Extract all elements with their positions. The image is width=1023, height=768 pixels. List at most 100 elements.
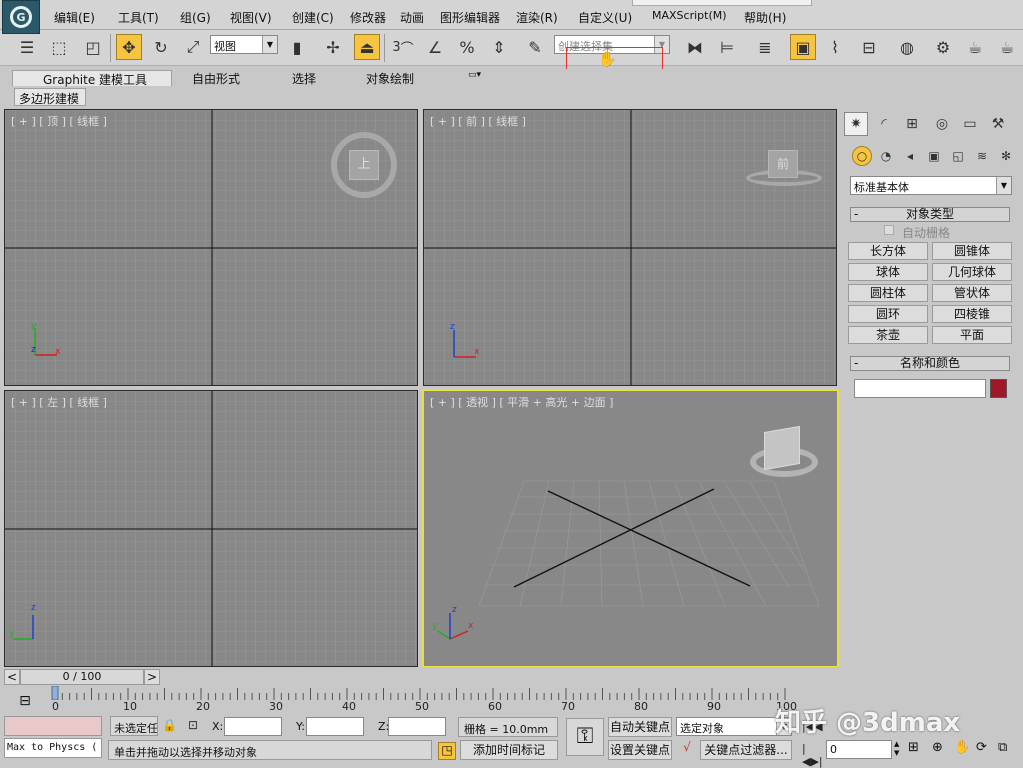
viewport-label[interactable]: [ + ] [ 前 ] [ 线框 ] bbox=[430, 113, 526, 129]
schematic-view-icon[interactable]: ⊟ bbox=[856, 34, 882, 60]
menu-animation[interactable]: 动画 bbox=[400, 9, 424, 26]
rendered-frame-icon[interactable]: ☕ bbox=[962, 34, 988, 60]
title-search-box[interactable] bbox=[632, 0, 812, 6]
snap-toggle-icon[interactable]: 3 ⌒ bbox=[390, 34, 416, 60]
render-production-icon[interactable]: ☕ bbox=[994, 34, 1020, 60]
time-tag-icon[interactable]: ◳ bbox=[438, 742, 456, 760]
auto-grid-checkbox[interactable] bbox=[884, 225, 894, 235]
keyboard-shortcut-override-icon[interactable]: ⏏ bbox=[354, 34, 380, 60]
menu-edit[interactable]: 编辑(E) bbox=[54, 9, 95, 26]
utilities-tab-icon[interactable]: ⚒ bbox=[986, 112, 1010, 136]
viewport-front[interactable]: [ + ] [ 前 ] [ 线框 ] 前 x z bbox=[423, 109, 837, 386]
viewport-top[interactable]: [ + ] [ 顶 ] [ 线框 ] 上 x y z bbox=[4, 109, 418, 386]
shapes-icon[interactable]: ◔ bbox=[876, 146, 896, 166]
viewport-label[interactable]: [ + ] [ 左 ] [ 线框 ] bbox=[11, 394, 107, 410]
menu-graph-editors[interactable]: 图形编辑器 bbox=[440, 9, 500, 26]
plane-button[interactable]: 平面 bbox=[932, 326, 1012, 344]
tab-object-paint[interactable]: 对象绘制 bbox=[360, 70, 420, 86]
helpers-icon[interactable]: ◱ bbox=[948, 146, 968, 166]
key-mode-toggle-icon[interactable]: |◀▶| bbox=[802, 742, 824, 768]
x-coord-input[interactable] bbox=[224, 717, 282, 736]
tab-selection[interactable]: 选择 bbox=[286, 70, 322, 86]
menu-maxscript[interactable]: MAXScript(M) bbox=[652, 9, 727, 22]
select-move-icon[interactable]: ✥ bbox=[116, 34, 142, 60]
panel-polygon-modeling[interactable]: 多边形建模 bbox=[14, 88, 86, 106]
spinner-snap-icon[interactable]: ⇕ bbox=[486, 34, 512, 60]
maxscript-output[interactable]: Max to Physcs ( bbox=[4, 738, 102, 758]
select-rotate-icon[interactable]: ↻ bbox=[148, 34, 174, 60]
pan-hand-icon[interactable]: ✋ bbox=[954, 740, 970, 758]
reference-coord-combo[interactable]: 视图 ▼ bbox=[210, 35, 278, 54]
timeline-prev-button[interactable]: < bbox=[4, 669, 20, 685]
window-crossing-icon[interactable]: ◰ bbox=[80, 34, 106, 60]
select-by-name-icon[interactable]: ☰ bbox=[14, 34, 40, 60]
tab-freeform[interactable]: 自由形式 bbox=[186, 70, 246, 86]
menu-group[interactable]: 组(G) bbox=[180, 9, 211, 26]
viewport-left[interactable]: [ + ] [ 左 ] [ 线框 ] y z bbox=[4, 390, 418, 667]
geosphere-button[interactable]: 几何球体 bbox=[932, 263, 1012, 281]
menu-rendering[interactable]: 渲染(R) bbox=[516, 9, 558, 26]
absolute-mode-icon[interactable]: ⊡ bbox=[188, 718, 206, 734]
align-icon[interactable]: ⊨ bbox=[714, 34, 740, 60]
menu-modifiers[interactable]: 修改器 bbox=[350, 9, 386, 26]
geometry-icon[interactable]: ○ bbox=[852, 146, 872, 166]
mirror-icon[interactable]: ⧓ bbox=[682, 34, 708, 60]
timeline-next-button[interactable]: > bbox=[144, 669, 160, 685]
frame-spinner-icon[interactable]: ▲ ▼ bbox=[894, 740, 904, 759]
z-coord-input[interactable] bbox=[388, 717, 446, 736]
maximize-viewport-icon[interactable]: ⧉ bbox=[998, 740, 1014, 758]
tube-button[interactable]: 管状体 bbox=[932, 284, 1012, 302]
viewcube[interactable]: 上 bbox=[349, 150, 379, 180]
select-scale-icon[interactable]: ⤢ bbox=[180, 34, 206, 60]
viewport-label[interactable]: [ + ] [ 顶 ] [ 线框 ] bbox=[11, 113, 107, 129]
display-tab-icon[interactable]: ▭ bbox=[958, 112, 982, 136]
edit-named-selection-icon[interactable]: ✎ bbox=[522, 34, 548, 60]
modify-tab-icon[interactable]: ◜ bbox=[872, 112, 896, 136]
systems-icon[interactable]: ✻ bbox=[996, 146, 1016, 166]
torus-button[interactable]: 圆环 bbox=[848, 305, 928, 323]
time-slider[interactable]: 0 / 100 bbox=[20, 669, 144, 685]
set-key-button[interactable]: 设置关键点 bbox=[608, 740, 672, 760]
time-config-icon[interactable]: ⊞ bbox=[908, 740, 924, 758]
key-tangent-icon[interactable]: √ bbox=[676, 740, 698, 760]
viewport-label[interactable]: [ + ] [ 透视 ] [ 平滑 + 高光 + 边面 ] bbox=[430, 394, 613, 410]
tab-graphite-modeling[interactable]: Graphite 建模工具 bbox=[12, 70, 172, 87]
add-time-tag-button[interactable]: 添加时间标记 bbox=[460, 740, 558, 760]
cone-button[interactable]: 圆锥体 bbox=[932, 242, 1012, 260]
curve-editor-icon[interactable]: ⌇ bbox=[822, 34, 848, 60]
orbit-icon[interactable]: ⟳ bbox=[976, 740, 992, 758]
menu-customize[interactable]: 自定义(U) bbox=[578, 9, 632, 26]
viewcube[interactable] bbox=[764, 425, 800, 471]
pyramid-button[interactable]: 四棱锥 bbox=[932, 305, 1012, 323]
angle-snap-icon[interactable]: ∠ bbox=[422, 34, 448, 60]
current-frame-input[interactable]: 0 bbox=[826, 740, 892, 759]
select-manipulate-icon[interactable]: ✢ bbox=[320, 34, 346, 60]
box-button[interactable]: 长方体 bbox=[848, 242, 928, 260]
object-color-swatch[interactable] bbox=[990, 379, 1007, 398]
percent-snap-icon[interactable]: % bbox=[454, 34, 480, 60]
menu-tools[interactable]: 工具(T) bbox=[118, 9, 159, 26]
lock-selection-icon[interactable]: 🔒 bbox=[162, 718, 178, 734]
hierarchy-tab-icon[interactable]: ⊞ bbox=[900, 112, 924, 136]
render-setup-icon[interactable]: ⚙ bbox=[930, 34, 956, 60]
material-editor-icon[interactable]: ◍ bbox=[894, 34, 920, 60]
maxscript-mini-listener[interactable] bbox=[4, 716, 102, 736]
lights-icon[interactable]: ◂ bbox=[900, 146, 920, 166]
cameras-icon[interactable]: ▣ bbox=[924, 146, 944, 166]
teapot-button[interactable]: 茶壶 bbox=[848, 326, 928, 344]
ribbon-options-dropdown[interactable]: ▭▾ bbox=[462, 70, 487, 86]
category-combo[interactable]: 标准基本体 ▼ bbox=[850, 176, 1012, 195]
y-coord-input[interactable] bbox=[306, 717, 364, 736]
sphere-button[interactable]: 球体 bbox=[848, 263, 928, 281]
menu-views[interactable]: 视图(V) bbox=[230, 9, 272, 26]
rollout-name-color[interactable]: - 名称和颜色 bbox=[850, 356, 1010, 371]
object-name-input[interactable] bbox=[854, 379, 986, 398]
graphite-toggle-icon[interactable]: ▣ bbox=[790, 34, 816, 60]
viewcube[interactable]: 前 bbox=[768, 150, 798, 178]
zoom-extents-icon[interactable]: ⊕ bbox=[932, 740, 948, 758]
rollout-object-type[interactable]: - 对象类型 bbox=[850, 207, 1010, 222]
pivot-center-icon[interactable]: ▮ bbox=[284, 34, 310, 60]
app-logo-button[interactable]: G bbox=[2, 0, 40, 34]
set-key-icon[interactable]: ⚿ bbox=[566, 718, 604, 756]
key-filters-button[interactable]: 关键点过滤器... bbox=[700, 740, 792, 760]
